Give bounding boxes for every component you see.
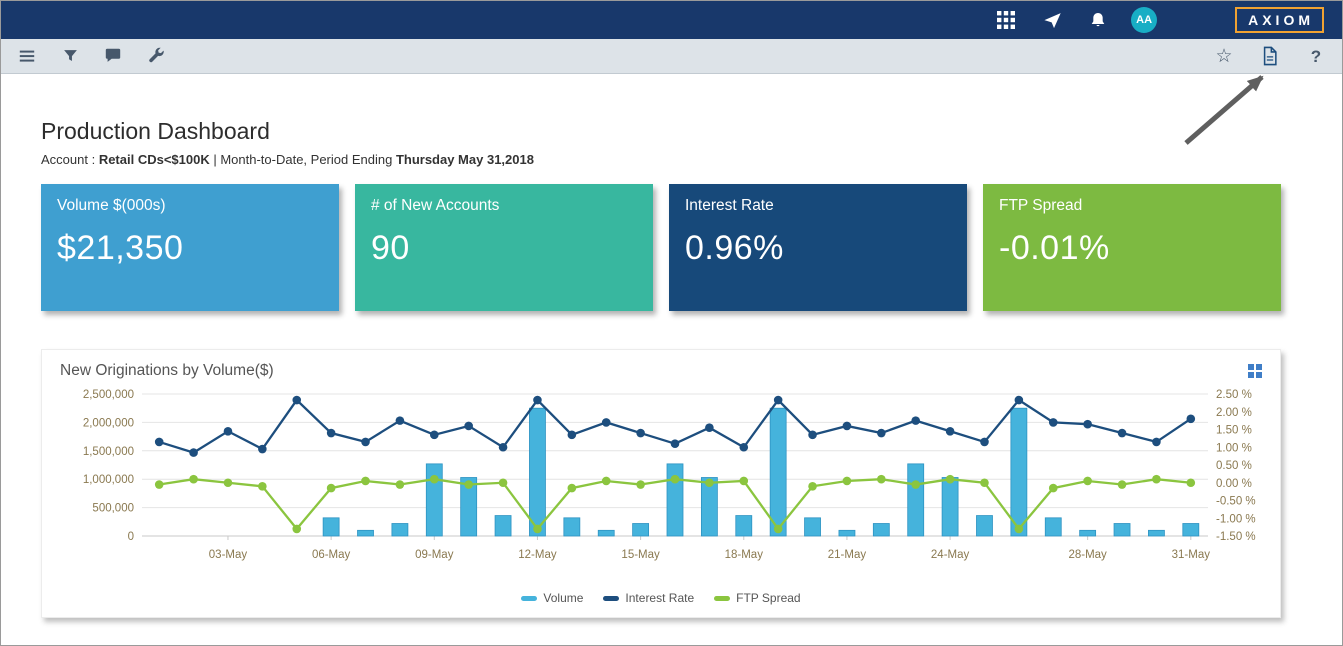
pdf-export-icon[interactable] <box>1258 44 1282 68</box>
top-navbar: AA AXIOM <box>1 1 1342 39</box>
chart-legend: Volume Interest Rate FTP Spread <box>60 591 1262 609</box>
bell-icon[interactable] <box>1085 7 1111 33</box>
axiom-logo[interactable]: AXIOM <box>1235 7 1324 33</box>
apps-grid-icon[interactable] <box>993 7 1019 33</box>
svg-text:09-May: 09-May <box>415 549 454 561</box>
subtitle-middle: | Month-to-Date, Period Ending <box>210 152 396 167</box>
svg-text:-1.50 %: -1.50 % <box>1216 531 1256 543</box>
kpi-card-ftp-spread: FTP Spread -0.01% <box>983 184 1281 311</box>
svg-text:-0.50 %: -0.50 % <box>1216 496 1256 508</box>
avatar[interactable]: AA <box>1131 7 1157 33</box>
subtitle-account: Retail CDs<$100K <box>99 152 210 167</box>
svg-text:0.00 %: 0.00 % <box>1216 478 1252 490</box>
svg-text:12-May: 12-May <box>518 549 557 561</box>
subtitle-prefix: Account : <box>41 152 99 167</box>
main-content: Production Dashboard Account : Retail CD… <box>1 118 1342 618</box>
chart-grid-icon[interactable] <box>1248 364 1262 378</box>
comment-icon[interactable] <box>101 44 125 68</box>
svg-text:1.50 %: 1.50 % <box>1216 425 1252 437</box>
svg-text:1,000,000: 1,000,000 <box>83 474 134 486</box>
star-icon[interactable]: ☆ <box>1212 44 1236 68</box>
filter-icon[interactable] <box>58 44 82 68</box>
svg-text:2.00 %: 2.00 % <box>1216 407 1252 419</box>
chart-card: New Originations by Volume($) 0 500,000 1,… <box>41 349 1281 618</box>
kpi-card-volume: Volume $(000s) $21,350 <box>41 184 339 311</box>
menu-icon[interactable] <box>15 44 39 68</box>
legend-swatch <box>603 596 619 601</box>
toolbar: ☆ ? <box>1 39 1342 74</box>
legend-label: Interest Rate <box>625 591 694 605</box>
app-window: AA AXIOM ☆ <box>0 0 1343 646</box>
help-icon[interactable]: ? <box>1304 44 1328 68</box>
kpi-card-new-accounts: # of New Accounts 90 <box>355 184 653 311</box>
kpi-label: FTP Spread <box>999 197 1265 215</box>
kpi-value: 90 <box>371 229 637 268</box>
svg-text:0: 0 <box>128 531 134 543</box>
legend-swatch <box>714 596 730 601</box>
launch-icon[interactable] <box>1039 7 1065 33</box>
page-title: Production Dashboard <box>41 118 1302 145</box>
svg-text:1.00 %: 1.00 % <box>1216 442 1252 454</box>
kpi-value: $21,350 <box>57 229 323 268</box>
chart-title: New Originations by Volume($) <box>60 362 274 380</box>
subtitle-date: Thursday May 31,2018 <box>396 152 534 167</box>
legend-item: Interest Rate <box>603 591 694 605</box>
svg-text:15-May: 15-May <box>621 549 660 561</box>
legend-label: FTP Spread <box>736 591 800 605</box>
legend-item: Volume <box>521 591 583 605</box>
legend-label: Volume <box>543 591 583 605</box>
svg-text:2.50 %: 2.50 % <box>1216 389 1252 401</box>
svg-text:31-May: 31-May <box>1172 549 1211 561</box>
svg-text:21-May: 21-May <box>828 549 867 561</box>
kpi-value: 0.96% <box>685 229 951 268</box>
kpi-row: Volume $(000s) $21,350 # of New Accounts… <box>41 184 1281 311</box>
legend-item: FTP Spread <box>714 591 800 605</box>
page-subtitle: Account : Retail CDs<$100K | Month-to-Da… <box>41 152 1302 167</box>
svg-text:18-May: 18-May <box>725 549 764 561</box>
svg-text:2,500,000: 2,500,000 <box>83 389 134 401</box>
svg-text:500,000: 500,000 <box>92 503 134 515</box>
legend-swatch <box>521 596 537 601</box>
svg-text:1,500,000: 1,500,000 <box>83 446 134 458</box>
svg-text:28-May: 28-May <box>1068 549 1107 561</box>
wrench-icon[interactable] <box>144 44 168 68</box>
svg-text:06-May: 06-May <box>312 549 351 561</box>
kpi-label: Interest Rate <box>685 197 951 215</box>
kpi-label: # of New Accounts <box>371 197 637 215</box>
svg-text:03-May: 03-May <box>209 549 248 561</box>
svg-text:2,000,000: 2,000,000 <box>83 417 134 429</box>
kpi-label: Volume $(000s) <box>57 197 323 215</box>
svg-text:-1.00 %: -1.00 % <box>1216 513 1256 525</box>
combo-chart: 0 500,000 1,000,000 1,500,000 2,000,000 2,500… <box>60 380 1264 584</box>
kpi-value: -0.01% <box>999 229 1265 268</box>
svg-text:0.50 %: 0.50 % <box>1216 460 1252 472</box>
kpi-card-interest-rate: Interest Rate 0.96% <box>669 184 967 311</box>
svg-text:24-May: 24-May <box>931 549 970 561</box>
